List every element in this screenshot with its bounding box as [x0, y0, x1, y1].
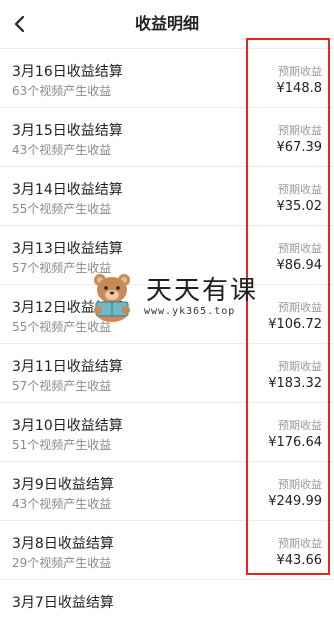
earning-amount: ¥106.72 — [268, 317, 322, 332]
earning-label: 预期收益 — [278, 301, 322, 314]
earning-label: 预期收益 — [278, 360, 322, 373]
video-count: 57个视频产生收益 — [12, 261, 112, 275]
video-count: 55个视频产生收益 — [12, 202, 112, 216]
earning-label: 预期收益 — [278, 478, 322, 491]
earning-label: 预期收益 — [278, 183, 322, 196]
earning-amount: ¥35.02 — [276, 199, 323, 214]
earning-amount: ¥249.99 — [268, 494, 322, 509]
list-item[interactable]: 3月8日收益结算 29个视频产生收益 预期收益 ¥43.66 — [0, 521, 334, 580]
video-count: 43个视频产生收益 — [12, 143, 112, 157]
earning-label: 预期收益 — [278, 65, 322, 78]
list-item[interactable]: 3月13日收益结算 57个视频产生收益 预期收益 ¥86.94 — [0, 226, 334, 285]
settlement-title: 3月13日收益结算 — [12, 241, 123, 257]
settlement-title: 3月11日收益结算 — [12, 359, 123, 375]
settlement-title: 3月16日收益结算 — [12, 64, 123, 80]
list-item[interactable]: 3月10日收益结算 51个视频产生收益 预期收益 ¥176.64 — [0, 403, 334, 462]
video-count: 29个视频产生收益 — [12, 556, 112, 570]
settlement-title: 3月9日收益结算 — [12, 477, 114, 493]
list-item[interactable]: 3月14日收益结算 55个视频产生收益 预期收益 ¥35.02 — [0, 167, 334, 226]
list-item[interactable]: 3月16日收益结算 63个视频产生收益 预期收益 ¥148.8 — [0, 49, 334, 108]
earning-amount: ¥67.39 — [276, 140, 323, 155]
header-bar: 收益明细 — [0, 0, 334, 49]
earning-label: 预期收益 — [278, 419, 322, 432]
settlement-title: 3月10日收益结算 — [12, 418, 123, 434]
earning-label: 预期收益 — [278, 124, 322, 137]
earning-amount: ¥148.8 — [276, 81, 323, 96]
settlement-title: 3月12日收益结算 — [12, 300, 123, 316]
settlement-title: 3月8日收益结算 — [12, 536, 114, 552]
settlement-title: 3月7日收益结算 — [12, 595, 114, 611]
page-title: 收益明细 — [134, 14, 199, 33]
earning-label: 预期收益 — [278, 537, 322, 550]
earning-amount: ¥86.94 — [276, 258, 323, 273]
settlement-title: 3月14日收益结算 — [12, 182, 123, 198]
video-count: 63个视频产生收益 — [12, 84, 112, 98]
earning-amount: ¥43.66 — [276, 553, 323, 568]
video-count: 55个视频产生收益 — [12, 320, 112, 334]
list-item[interactable]: 3月7日收益结算 — [0, 580, 334, 620]
list-item[interactable]: 3月9日收益结算 43个视频产生收益 预期收益 ¥249.99 — [0, 462, 334, 521]
earning-amount: ¥183.32 — [268, 376, 322, 391]
settlement-title: 3月15日收益结算 — [12, 123, 123, 139]
video-count: 57个视频产生收益 — [12, 379, 112, 393]
earning-label: 预期收益 — [278, 242, 322, 255]
list-item[interactable]: 3月15日收益结算 43个视频产生收益 预期收益 ¥67.39 — [0, 108, 334, 167]
video-count: 43个视频产生收益 — [12, 497, 112, 511]
earning-amount: ¥176.64 — [268, 435, 322, 450]
earnings-list: 3月16日收益结算 63个视频产生收益 预期收益 ¥148.8 3月15日收益结… — [0, 49, 334, 620]
list-item[interactable]: 3月11日收益结算 57个视频产生收益 预期收益 ¥183.32 — [0, 344, 334, 403]
list-item[interactable]: 3月12日收益结算 55个视频产生收益 预期收益 ¥106.72 — [0, 285, 334, 344]
video-count: 51个视频产生收益 — [12, 438, 112, 452]
